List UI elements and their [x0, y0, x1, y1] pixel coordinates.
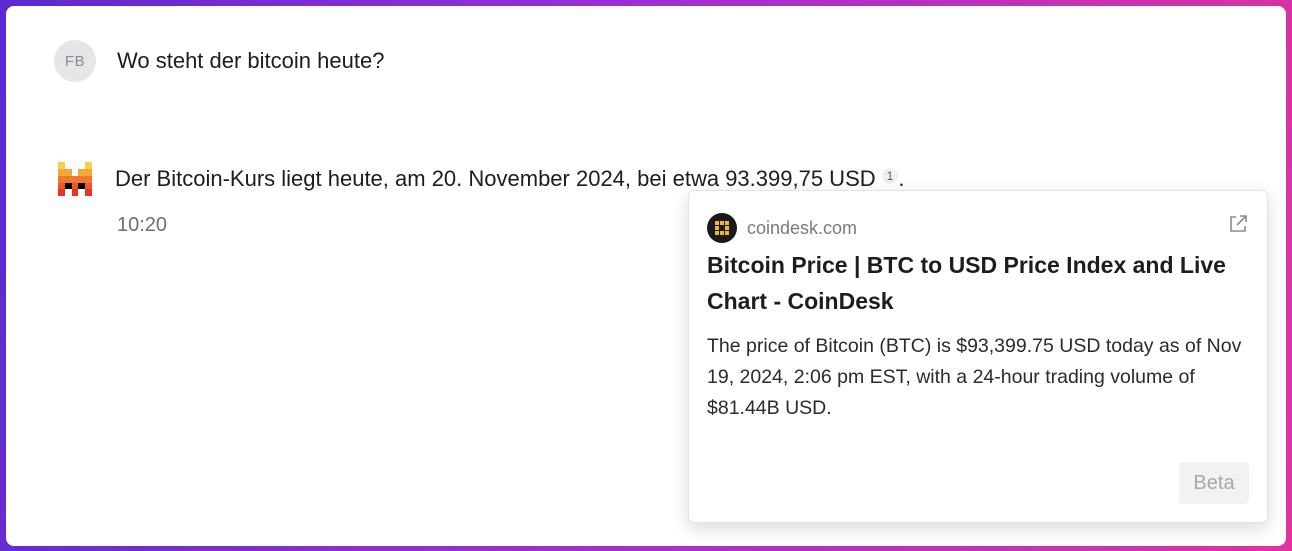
- assistant-message-text: Der Bitcoin-Kurs liegt heute, am 20. Nov…: [115, 166, 876, 191]
- assistant-message: Der Bitcoin-Kurs liegt heute, am 20. Nov…: [115, 166, 904, 192]
- message-timestamp: 10:20: [117, 214, 168, 236]
- source-snippet: The price of Bitcoin (BTC) is $93,399.75…: [707, 335, 1242, 419]
- source-popover: coindesk.com Bitcoin Price | BTC to USD …: [688, 190, 1268, 523]
- assistant-message-end: .: [898, 166, 905, 191]
- user-message: Wo steht der bitcoin heute?: [117, 48, 385, 73]
- mistral-logo-icon: [58, 162, 92, 196]
- citation-badge[interactable]: 1: [881, 168, 899, 184]
- user-avatar: FB: [54, 40, 96, 82]
- coindesk-logo-icon: [707, 213, 737, 243]
- source-header: coindesk.com: [707, 213, 857, 243]
- chat-window: FB Wo steht der bitcoin heute? Der Bitco…: [6, 6, 1286, 546]
- external-link-icon[interactable]: [1227, 213, 1249, 235]
- beta-badge: Beta: [1179, 462, 1249, 504]
- source-title[interactable]: Bitcoin Price | BTC to USD Price Index a…: [707, 247, 1252, 319]
- source-domain: coindesk.com: [747, 217, 858, 238]
- user-message-row: FB Wo steht der bitcoin heute?: [54, 40, 384, 82]
